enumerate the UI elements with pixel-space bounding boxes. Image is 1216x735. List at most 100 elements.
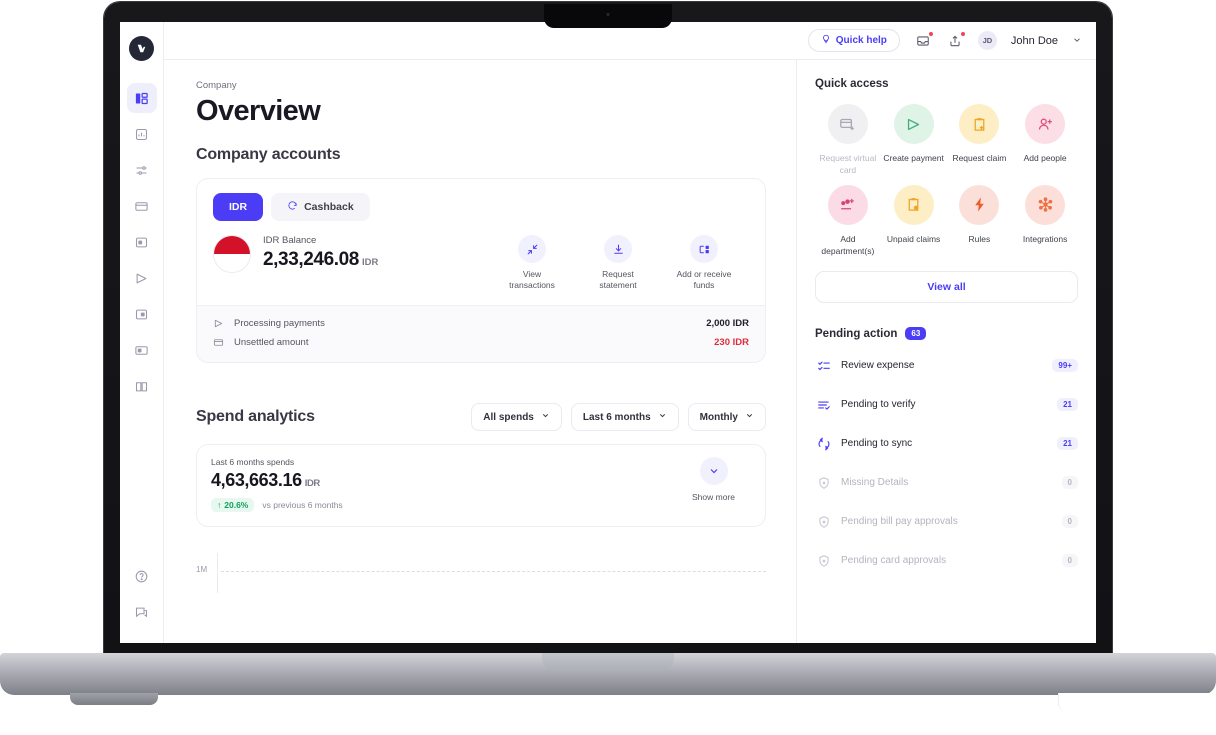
quick-access-rules[interactable]: Rules — [947, 184, 1013, 258]
balance-amount-wrap: 2,33,246.08 IDR — [263, 249, 378, 271]
spend-summary-amount-wrap: 4,63,663.16 IDR — [211, 470, 343, 491]
quick-access-label: Add department(s) — [821, 233, 875, 256]
pending-item-pending-to-verify[interactable]: Pending to verify 21 — [815, 385, 1078, 424]
tab-cashback[interactable]: Cashback — [271, 193, 370, 221]
spend-analytics-title: Spend analytics — [196, 408, 315, 426]
spend-summary-currency: IDR — [304, 478, 321, 490]
volopay-logo[interactable] — [129, 36, 154, 61]
department-icon — [827, 184, 868, 225]
sidebar-item-payments[interactable] — [127, 263, 157, 293]
chevron-down-icon[interactable] — [1072, 32, 1082, 50]
pending-action-title: Pending action — [815, 327, 898, 340]
sidebar-item-expenses[interactable] — [127, 227, 157, 257]
pending-item-count: 0 — [1061, 476, 1078, 490]
account-actions: View transactions Request statement Add … — [501, 235, 749, 291]
spend-summary-block: Last 6 months spends 4,63,663.16 IDR ↑ 20… — [211, 457, 343, 513]
balance-row: IDR Balance 2,33,246.08 IDR View transac… — [197, 221, 765, 305]
indonesia-flag-icon — [213, 235, 251, 273]
pending-item-review-expense[interactable]: Review expense 99+ — [815, 346, 1078, 385]
add-receive-funds-label: Add or receive funds — [676, 269, 732, 291]
pending-item-label: Pending bill pay approvals — [841, 516, 958, 528]
quick-access-integrations[interactable]: Integrations — [1012, 184, 1078, 258]
shield-icon — [815, 515, 833, 529]
unsettled-amount-value: 230 IDR — [714, 337, 749, 349]
show-more-button[interactable]: Show more — [692, 457, 749, 502]
request-statement-action[interactable]: Request statement — [587, 235, 649, 291]
sidebar-item-help[interactable] — [127, 561, 157, 591]
share-icon[interactable] — [946, 30, 966, 50]
sidebar-item-dashboard[interactable] — [126, 83, 157, 113]
user-name[interactable]: John Doe — [1011, 35, 1058, 47]
quick-access-add-department[interactable]: Add department(s) — [815, 184, 881, 258]
sidebar-item-analytics[interactable] — [127, 119, 157, 149]
clipboard-alert-icon — [893, 184, 934, 225]
arrow-up-icon: ↑ — [217, 500, 222, 511]
company-accounts-title: Company accounts — [196, 146, 341, 163]
sync-icon — [815, 437, 833, 451]
filter-all-spends[interactable]: All spends — [471, 403, 562, 432]
pending-item-pending-to-sync[interactable]: Pending to sync 21 — [815, 424, 1078, 463]
inbox-icon[interactable] — [914, 30, 934, 50]
content-area: Company Overview Company accounts IDR Ca… — [164, 60, 1096, 643]
sidebar-item-reimbursements[interactable] — [127, 299, 157, 329]
processing-payments-label: Processing payments — [234, 318, 325, 330]
company-account-card: IDR Cashback IDR Balance 2,33,246.08 IDR… — [196, 178, 766, 364]
inbox-notification-dot — [927, 30, 934, 37]
spend-delta-row: ↑ 20.6% vs previous 6 months — [211, 498, 343, 513]
view-transactions-label: View transactions — [509, 269, 555, 291]
chevron-down-icon — [658, 411, 667, 423]
sidebar-item-chat[interactable] — [127, 597, 157, 627]
card-icon — [213, 337, 227, 348]
quick-help-label: Quick help — [835, 35, 887, 46]
quick-access-label: Create payment — [883, 153, 944, 163]
add-receive-funds-action[interactable]: Add or receive funds — [673, 235, 735, 291]
quick-help-button[interactable]: Quick help — [807, 29, 900, 52]
sidebar-item-ledger[interactable] — [127, 371, 157, 401]
right-panel: Quick access Request virtual card Create… — [796, 60, 1096, 643]
quick-access-request-claim[interactable]: Request claim — [947, 104, 1013, 177]
quick-access-label: Add people — [1023, 153, 1067, 163]
sidebar-item-cards[interactable] — [127, 191, 157, 221]
user-plus-icon — [1025, 104, 1066, 144]
sidebar-bottom — [127, 561, 157, 643]
application-window: Quick help JD John Doe Company Overview … — [120, 22, 1096, 643]
quick-access-label: Request virtual card — [819, 153, 877, 176]
unsettled-amount-row: Unsettled amount 230 IDR — [213, 333, 749, 352]
balance-block: IDR Balance 2,33,246.08 IDR — [263, 235, 378, 271]
pending-item-count: 21 — [1057, 398, 1078, 412]
processing-payments-row: Processing payments 2,000 IDR — [213, 314, 749, 333]
laptop-lid: Quick help JD John Doe Company Overview … — [104, 2, 1112, 657]
laptop-foot-right — [1058, 693, 1216, 711]
account-subrows: Processing payments 2,000 IDR Unsettled … — [197, 305, 765, 363]
view-transactions-action[interactable]: View transactions — [501, 235, 563, 291]
avatar[interactable]: JD — [977, 31, 997, 50]
send-icon — [893, 104, 934, 144]
quick-access-request-virtual-card[interactable]: Request virtual card — [815, 104, 881, 177]
chevron-down-icon — [541, 411, 550, 423]
sidebar-item-sliders[interactable] — [127, 155, 157, 185]
filter-period[interactable]: Last 6 months — [570, 403, 679, 432]
sidebar-item-accounting[interactable] — [127, 335, 157, 365]
pending-item-label: Missing Details — [841, 477, 909, 489]
view-all-button[interactable]: View all — [815, 271, 1078, 304]
quick-access-create-payment[interactable]: Create payment — [881, 104, 947, 177]
pending-item-card-approvals[interactable]: Pending card approvals 0 — [815, 541, 1078, 580]
tab-cashback-label: Cashback — [304, 201, 354, 213]
laptop-mockup: Quick help JD John Doe Company Overview … — [0, 0, 1216, 735]
spend-filters: All spends Last 6 months Monthly — [471, 403, 766, 432]
pending-item-bill-pay-approvals[interactable]: Pending bill pay approvals 0 — [815, 502, 1078, 541]
filter-granularity[interactable]: Monthly — [687, 403, 766, 432]
unsettled-amount-label: Unsettled amount — [234, 337, 309, 349]
pending-item-count: 21 — [1057, 437, 1078, 451]
laptop-foot-left — [70, 693, 158, 705]
download-icon — [604, 235, 632, 263]
quick-access-add-people[interactable]: Add people — [1012, 104, 1078, 177]
transactions-icon — [518, 235, 546, 263]
clipboard-plus-icon — [959, 104, 1000, 144]
quick-access-unpaid-claims[interactable]: Unpaid claims — [881, 184, 947, 258]
pending-item-missing-details[interactable]: Missing Details 0 — [815, 463, 1078, 502]
processing-payments-value: 2,000 IDR — [706, 318, 749, 330]
spend-analytics-header: Spend analytics All spends Last 6 months — [196, 403, 766, 432]
tab-idr[interactable]: IDR — [213, 193, 264, 221]
virtual-card-icon — [827, 104, 868, 144]
